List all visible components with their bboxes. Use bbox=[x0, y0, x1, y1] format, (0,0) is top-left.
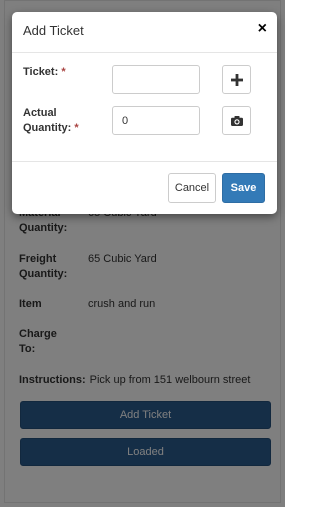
plus-icon bbox=[230, 73, 243, 86]
camera-button[interactable] bbox=[222, 106, 251, 135]
modal-title: Add Ticket bbox=[23, 23, 84, 38]
save-button[interactable]: Save bbox=[222, 173, 265, 203]
ticket-label-text: Ticket: bbox=[23, 66, 59, 78]
cancel-button[interactable]: Cancel bbox=[168, 173, 216, 203]
ticket-input[interactable] bbox=[112, 65, 200, 94]
modal-body: Ticket: * Actual Quantity: * bbox=[12, 53, 277, 161]
camera-icon bbox=[230, 115, 243, 126]
qty-label-line1: Actual bbox=[23, 107, 57, 119]
qty-label-line2: Quantity: bbox=[23, 122, 72, 134]
modal-footer: Cancel Save bbox=[12, 161, 277, 214]
ticket-label: Ticket: * bbox=[23, 65, 66, 80]
actual-quantity-input[interactable] bbox=[112, 106, 200, 135]
close-icon[interactable]: × bbox=[258, 19, 267, 39]
add-ticket-icon-button[interactable] bbox=[222, 65, 251, 94]
modal-header: Add Ticket × bbox=[12, 12, 277, 53]
required-mark: * bbox=[74, 122, 79, 134]
add-ticket-modal: Add Ticket × Ticket: * Actual Quantity: … bbox=[12, 12, 277, 214]
required-mark: * bbox=[61, 66, 66, 78]
actual-quantity-label: Actual Quantity: * bbox=[23, 106, 93, 136]
